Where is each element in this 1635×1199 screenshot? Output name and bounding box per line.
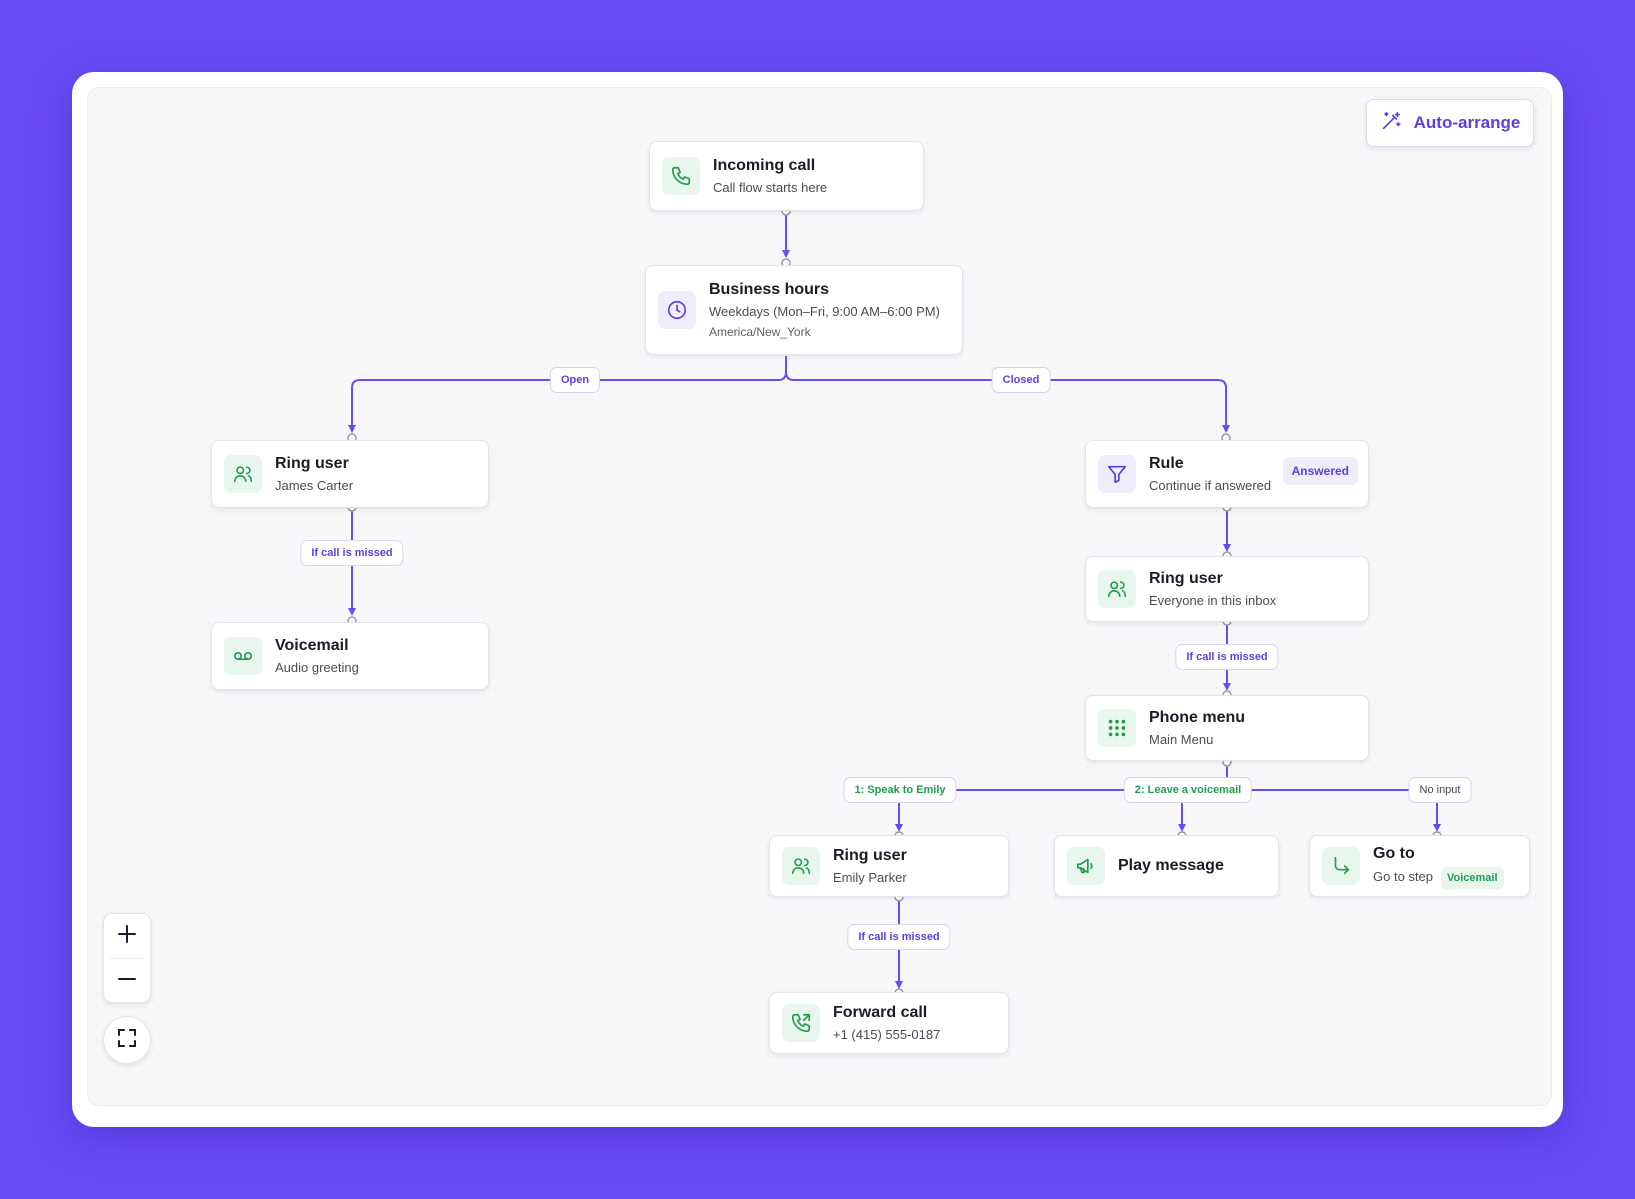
node-subtitle: Weekdays (Mon–Fri, 9:00 AM–6:00 PM)	[709, 304, 940, 319]
node-title: Phone menu	[1149, 708, 1246, 726]
node-title: Ring user	[1149, 569, 1223, 587]
redirect-arrow-icon	[1322, 847, 1360, 885]
node-title: Rule	[1149, 454, 1184, 472]
node-subtitle-row: Go to step Voicemail	[1373, 866, 1504, 889]
fit-screen-icon	[117, 1028, 137, 1053]
node-title: Play message	[1118, 857, 1224, 874]
node-ring-user-emily[interactable]: Ring user Emily Parker	[769, 835, 1009, 897]
node-title: Ring user	[833, 846, 907, 864]
node-ring-user-inbox[interactable]: Ring user Everyone in this inbox	[1085, 556, 1369, 622]
node-go-to[interactable]: Go to Go to step Voicemail	[1309, 835, 1530, 897]
node-subtitle: Main Menu	[1149, 731, 1214, 747]
node-subtitle: +1 (415) 555-0187	[833, 1026, 941, 1042]
voicemail-icon	[224, 637, 262, 675]
megaphone-icon	[1067, 847, 1105, 885]
plus-icon	[117, 924, 137, 949]
fit-view-button[interactable]	[103, 1016, 151, 1064]
zoom-out-button[interactable]	[104, 959, 150, 1003]
edge-label-option-1[interactable]: 1: Speak to Emily	[843, 777, 957, 803]
edge-label-closed[interactable]: Closed	[991, 367, 1051, 393]
node-ring-user-james[interactable]: Ring user James Carter	[211, 440, 489, 508]
node-subtitle: Audio greeting	[275, 659, 359, 675]
clock-icon	[658, 291, 696, 329]
node-subtitle: Emily Parker	[833, 869, 907, 885]
filter-icon	[1098, 455, 1136, 493]
phone-icon	[662, 157, 700, 195]
node-subtitle: Call flow starts here	[713, 179, 828, 195]
zoom-controls	[103, 913, 151, 1003]
magic-wand-icon	[1380, 110, 1402, 137]
edge-label-missed-james[interactable]: If call is missed	[300, 540, 404, 566]
edge-label-no-input[interactable]: No input	[1408, 777, 1472, 803]
node-title: Ring user	[275, 454, 349, 472]
users-icon	[224, 455, 262, 493]
node-title: Go to	[1373, 844, 1415, 862]
minus-icon	[117, 969, 137, 994]
node-subtitle: Everyone in this inbox	[1149, 592, 1277, 608]
edge-label-open[interactable]: Open	[549, 367, 601, 393]
status-badge: Answered	[1282, 457, 1358, 485]
node-voicemail[interactable]: Voicemail Audio greeting	[211, 622, 489, 690]
target-tag[interactable]: Voicemail	[1440, 866, 1504, 889]
users-icon	[782, 847, 820, 885]
node-subtitle: Go to step	[1373, 868, 1433, 884]
node-title: Business hours	[709, 281, 830, 298]
edge-label-option-2[interactable]: 2: Leave a voicemail	[1123, 777, 1253, 803]
node-subtitle: James Carter	[275, 477, 354, 493]
node-play-message[interactable]: Play message	[1054, 835, 1279, 897]
zoom-in-button[interactable]	[104, 914, 150, 958]
dialpad-icon	[1098, 709, 1136, 747]
node-forward-call[interactable]: Forward call +1 (415) 555-0187	[769, 992, 1009, 1054]
edge-label-missed-inbox[interactable]: If call is missed	[1175, 644, 1279, 670]
node-title: Incoming call	[713, 156, 816, 174]
node-business-hours[interactable]: Business hours Weekdays (Mon–Fri, 9:00 A…	[645, 265, 963, 355]
phone-forward-icon	[782, 1004, 820, 1042]
node-rule[interactable]: Rule Continue if answered Answered	[1085, 440, 1369, 508]
node-timezone: America/New_York	[709, 325, 811, 339]
auto-arrange-button[interactable]: Auto-arrange	[1366, 99, 1534, 147]
node-incoming-call[interactable]: Incoming call Call flow starts here	[649, 141, 924, 211]
auto-arrange-label: Auto-arrange	[1413, 113, 1521, 132]
node-phone-menu[interactable]: Phone menu Main Menu	[1085, 695, 1369, 761]
node-subtitle: Continue if answered	[1149, 477, 1272, 493]
node-title: Voicemail	[275, 636, 349, 654]
node-title: Forward call	[833, 1003, 928, 1021]
users-icon	[1098, 570, 1136, 608]
edge-label-missed-emily[interactable]: If call is missed	[847, 924, 951, 950]
